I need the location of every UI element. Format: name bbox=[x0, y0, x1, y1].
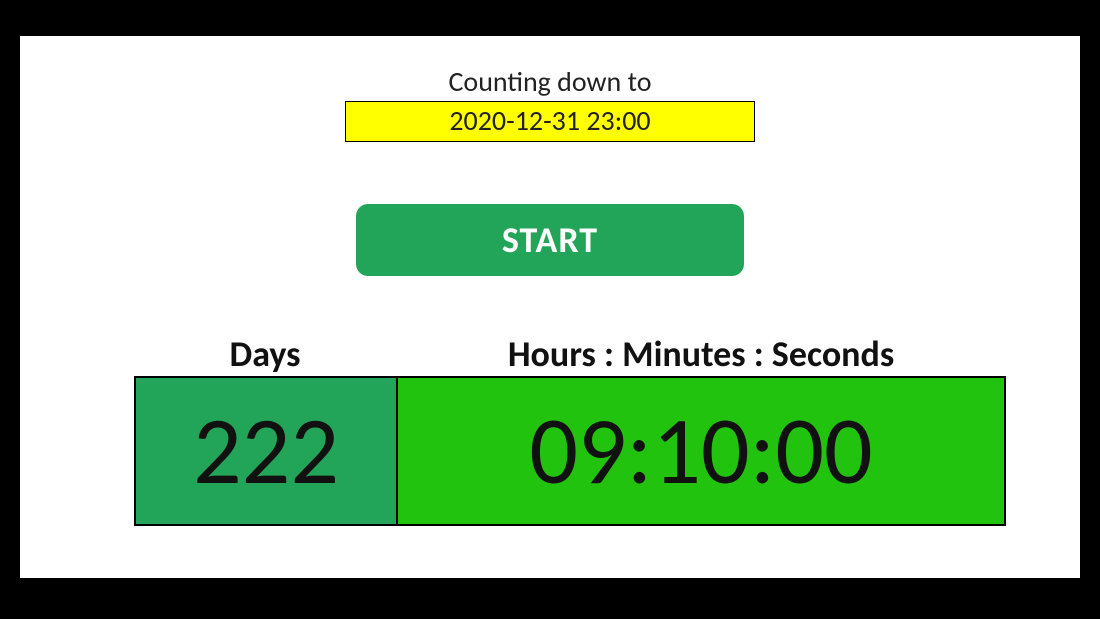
countdown-label: Counting down to bbox=[20, 64, 1080, 99]
start-button[interactable]: START bbox=[356, 204, 744, 276]
hms-header: Hours : Minutes : Seconds bbox=[396, 332, 1006, 376]
days-remaining: 222 bbox=[136, 378, 398, 524]
countdown-panel: Counting down to 2020-12-31 23:00 START … bbox=[20, 36, 1080, 578]
hms-remaining: 09:10:00 bbox=[398, 378, 1004, 524]
days-header: Days bbox=[134, 332, 396, 376]
target-datetime-input[interactable]: 2020-12-31 23:00 bbox=[345, 101, 755, 142]
